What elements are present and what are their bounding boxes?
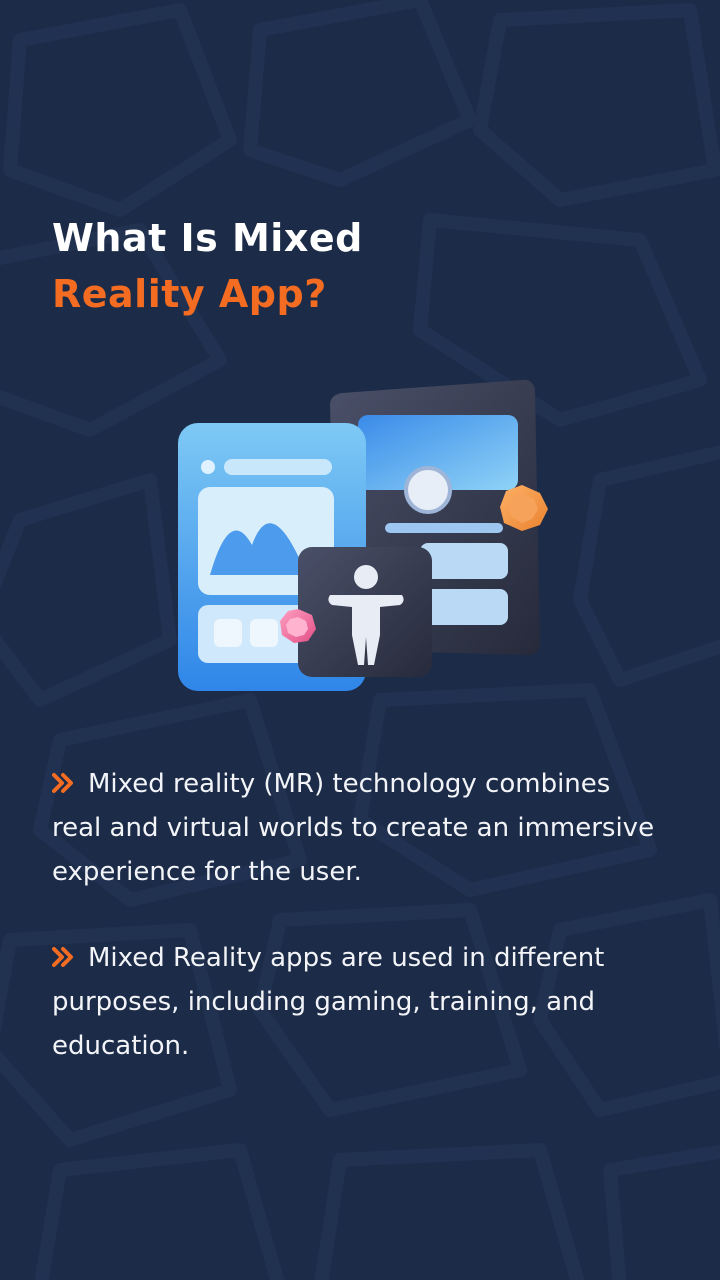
title-line-1: What Is Mixed	[52, 216, 363, 260]
bullet-item: Mixed reality (MR) technology combines r…	[52, 762, 662, 894]
mixed-reality-app-illustration	[178, 379, 548, 691]
title-line-2: Reality App?	[52, 272, 327, 316]
bullet-text: Mixed reality (MR) technology combines r…	[52, 769, 655, 887]
bullet-item: Mixed Reality apps are used in different…	[52, 936, 662, 1068]
double-chevron-right-icon	[52, 947, 73, 967]
bullet-text: Mixed Reality apps are used in different…	[52, 943, 605, 1061]
page-title: What Is Mixed Reality App?	[52, 210, 363, 322]
double-chevron-right-icon	[52, 773, 73, 793]
